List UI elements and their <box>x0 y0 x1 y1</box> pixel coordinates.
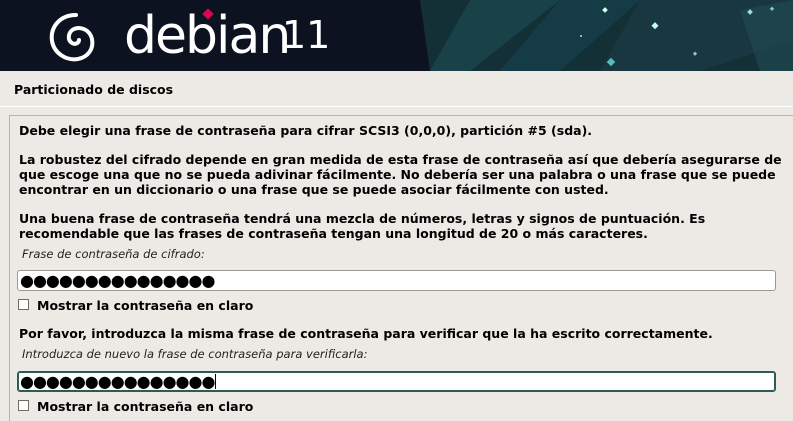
strength-text-line-2: que escoge una que no se pueda adivinar … <box>19 167 776 182</box>
show-passphrase-checkbox[interactable] <box>18 299 29 310</box>
text-caret <box>215 374 217 389</box>
passphrase-input[interactable]: ●●●●●●●●●●●●●●● <box>17 270 776 291</box>
strength-text-line-3: encontrar en un diccionario o una frase … <box>19 182 609 197</box>
debian-swirl-logo <box>49 13 95 62</box>
verify-passphrase-input[interactable]: ●●●●●●●●●●●●●●● <box>17 371 776 392</box>
show-passphrase-label[interactable]: Mostrar la contraseña en claro <box>37 298 253 313</box>
show-verify-label[interactable]: Mostrar la contraseña en claro <box>37 399 253 414</box>
intro-text: Debe elegir una frase de contraseña para… <box>19 123 593 138</box>
debian-version: 11 <box>282 13 331 57</box>
debian-banner: debian 11 <box>0 0 793 71</box>
verify-prompt: Por favor, introduzca la misma frase de … <box>19 326 713 341</box>
advice-text-line-1: Una buena frase de contraseña tendrá una… <box>19 211 706 226</box>
show-verify-checkbox[interactable] <box>18 400 29 411</box>
banner-background <box>420 0 793 71</box>
passphrase-masked-value: ●●●●●●●●●●●●●●● <box>20 271 215 290</box>
strength-text-line-1: La robustez del cifrado depende en gran … <box>19 152 782 167</box>
advice-text-line-2: recomendable que las frases de contraseñ… <box>19 226 648 241</box>
verify-masked-value: ●●●●●●●●●●●●●●● <box>20 372 215 391</box>
title-divider <box>0 106 793 107</box>
page-title: Particionado de discos <box>14 82 174 97</box>
verify-label: Introduzca de nuevo la frase de contrase… <box>22 347 368 361</box>
passphrase-label: Frase de contraseña de cifrado: <box>22 247 205 261</box>
